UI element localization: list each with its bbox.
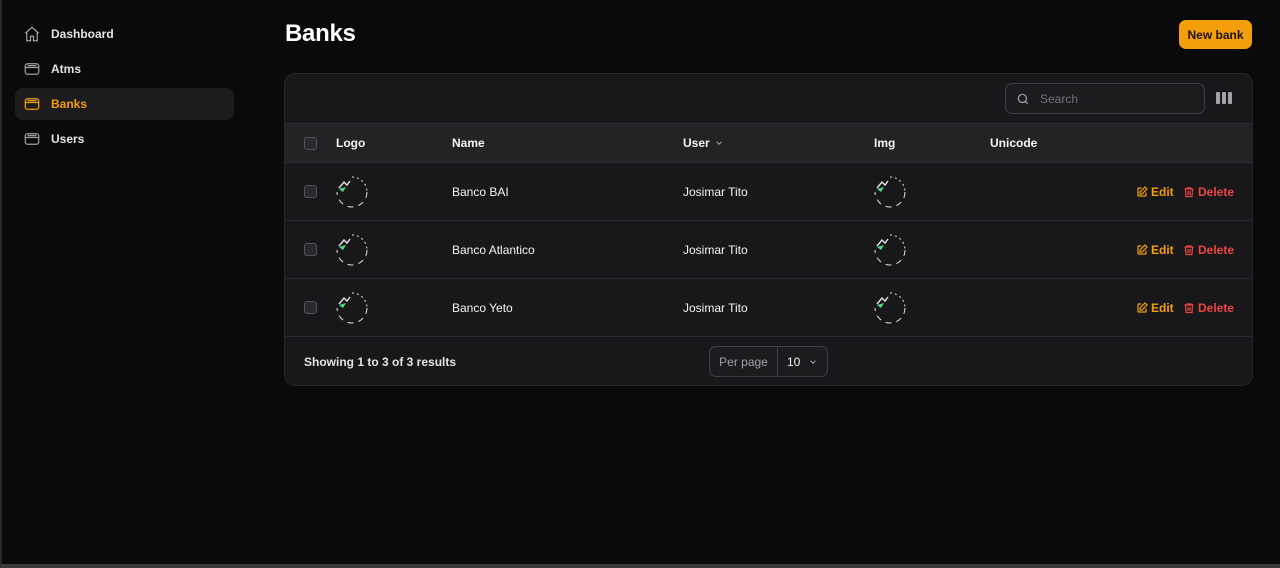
archive-icon bbox=[24, 98, 40, 110]
edit-icon bbox=[1137, 186, 1148, 197]
chevron-down-icon bbox=[810, 359, 817, 364]
sidebar-item-users[interactable]: Users bbox=[15, 123, 234, 155]
table-row[interactable]: Banco Yeto Josimar Tito Edit Delete bbox=[285, 279, 1252, 337]
chevron-down-icon bbox=[715, 141, 722, 145]
column-header-logo: Logo bbox=[336, 136, 366, 150]
delete-label: Delete bbox=[1198, 301, 1235, 315]
archive-icon bbox=[24, 63, 40, 75]
page-title: Banks bbox=[285, 20, 356, 47]
edit-label: Edit bbox=[1151, 185, 1174, 199]
logo-image bbox=[336, 292, 368, 324]
column-header-user[interactable]: User bbox=[683, 136, 724, 150]
columns-toggle-icon[interactable] bbox=[1216, 91, 1232, 105]
broken-image-icon bbox=[874, 234, 906, 266]
sidebar-item-banks[interactable]: Banks bbox=[15, 88, 234, 120]
sidebar-item-dashboard[interactable]: Dashboard bbox=[15, 18, 234, 50]
table-row[interactable]: Banco Atlantico Josimar Tito Edit Delete bbox=[285, 221, 1252, 279]
sidebar-item-label: Users bbox=[51, 132, 85, 146]
search-input[interactable] bbox=[1038, 90, 1192, 107]
broken-image-icon bbox=[874, 176, 906, 208]
column-header-user-label: User bbox=[683, 136, 710, 150]
per-page-label: Per page bbox=[710, 347, 778, 376]
delete-button[interactable]: Delete bbox=[1183, 301, 1234, 315]
cell-user: Josimar Tito bbox=[683, 185, 748, 199]
delete-button[interactable]: Delete bbox=[1183, 185, 1234, 199]
per-page-value: 10 bbox=[787, 354, 801, 369]
sidebar-item-label: Banks bbox=[51, 97, 88, 111]
sidebar: Dashboard Atms Banks Users bbox=[15, 18, 234, 158]
delete-label: Delete bbox=[1198, 185, 1235, 199]
table-header: Logo Name User Img Unicode bbox=[285, 123, 1252, 163]
search-box[interactable] bbox=[1005, 83, 1205, 114]
logo-image bbox=[336, 234, 368, 266]
broken-image-icon bbox=[874, 292, 906, 324]
cell-name: Banco Atlantico bbox=[452, 243, 535, 257]
edit-icon bbox=[1137, 302, 1148, 313]
edit-button[interactable]: Edit bbox=[1136, 301, 1174, 315]
edit-label: Edit bbox=[1151, 301, 1174, 315]
table-row[interactable]: Banco BAI Josimar Tito Edit Delete bbox=[285, 163, 1252, 221]
img-image bbox=[874, 176, 906, 208]
new-bank-button[interactable]: New bank bbox=[1179, 20, 1252, 49]
delete-button[interactable]: Delete bbox=[1183, 243, 1234, 257]
row-checkbox[interactable] bbox=[304, 243, 317, 256]
img-image bbox=[874, 234, 906, 266]
broken-image-icon bbox=[336, 176, 368, 208]
sidebar-item-label: Dashboard bbox=[51, 27, 114, 41]
sidebar-item-atms[interactable]: Atms bbox=[15, 53, 234, 85]
edit-label: Edit bbox=[1151, 243, 1174, 257]
cell-name: Banco BAI bbox=[452, 185, 509, 199]
per-page-control: Per page 10 bbox=[709, 346, 828, 377]
broken-image-icon bbox=[336, 292, 368, 324]
broken-image-icon bbox=[336, 234, 368, 266]
results-summary: Showing 1 to 3 of 3 results bbox=[304, 355, 457, 369]
row-checkbox[interactable] bbox=[304, 301, 317, 314]
column-header-unicode: Unicode bbox=[990, 136, 1038, 150]
cell-user: Josimar Tito bbox=[683, 301, 748, 315]
cell-name: Banco Yeto bbox=[452, 301, 513, 315]
column-header-name: Name bbox=[452, 136, 485, 150]
select-all-checkbox[interactable] bbox=[304, 137, 317, 150]
edit-button[interactable]: Edit bbox=[1136, 185, 1174, 199]
row-checkbox[interactable] bbox=[304, 185, 317, 198]
sidebar-item-label: Atms bbox=[51, 62, 82, 76]
img-image bbox=[874, 292, 906, 324]
table-footer: Showing 1 to 3 of 3 results Per page 10 bbox=[285, 338, 1252, 385]
delete-label: Delete bbox=[1198, 243, 1235, 257]
banks-table-card: Logo Name User Img Unicode Banco BAI Jos… bbox=[284, 73, 1253, 386]
column-header-img: Img bbox=[874, 136, 896, 150]
archive-icon bbox=[24, 133, 40, 145]
search-icon bbox=[1017, 93, 1029, 104]
per-page-select[interactable]: 10 bbox=[778, 347, 827, 376]
edit-button[interactable]: Edit bbox=[1136, 243, 1174, 257]
trash-icon bbox=[1184, 187, 1194, 198]
edit-icon bbox=[1137, 244, 1148, 255]
trash-icon bbox=[1184, 245, 1194, 256]
home-icon bbox=[24, 26, 40, 42]
trash-icon bbox=[1184, 303, 1194, 314]
cell-user: Josimar Tito bbox=[683, 243, 748, 257]
logo-image bbox=[336, 176, 368, 208]
table-toolbar bbox=[285, 74, 1252, 123]
